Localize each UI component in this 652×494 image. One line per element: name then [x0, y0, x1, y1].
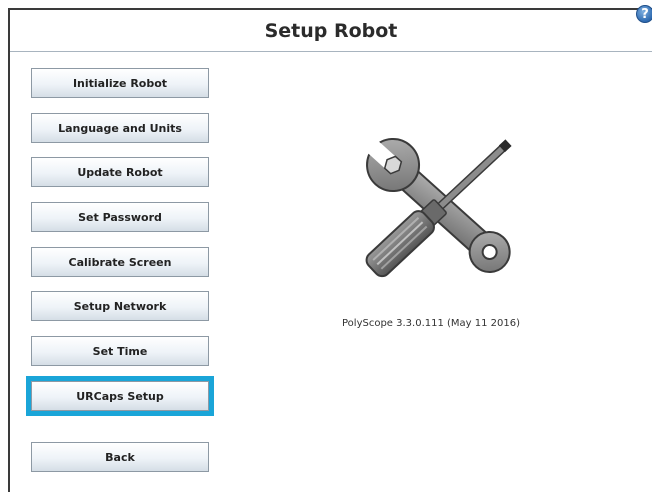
header-bar: Setup Robot	[8, 8, 652, 52]
language-and-units-button[interactable]: Language and Units	[31, 113, 209, 143]
setup-network-button[interactable]: Setup Network	[31, 291, 209, 321]
set-password-button[interactable]: Set Password	[31, 202, 209, 232]
header-divider	[10, 51, 652, 52]
update-robot-button[interactable]: Update Robot	[31, 157, 209, 187]
calibrate-screen-button[interactable]: Calibrate Screen	[31, 247, 209, 277]
initialize-robot-button[interactable]: Initialize Robot	[31, 68, 209, 98]
help-icon[interactable]: ?	[636, 5, 652, 23]
wrench-screwdriver-icon	[365, 138, 512, 278]
back-button[interactable]: Back	[31, 442, 209, 472]
urcaps-setup-button[interactable]: URCaps Setup	[26, 376, 214, 416]
version-label: PolyScope 3.3.0.111 (May 11 2016)	[342, 318, 521, 329]
set-time-button[interactable]: Set Time	[31, 336, 209, 366]
page-title: Setup Robot	[264, 20, 398, 42]
